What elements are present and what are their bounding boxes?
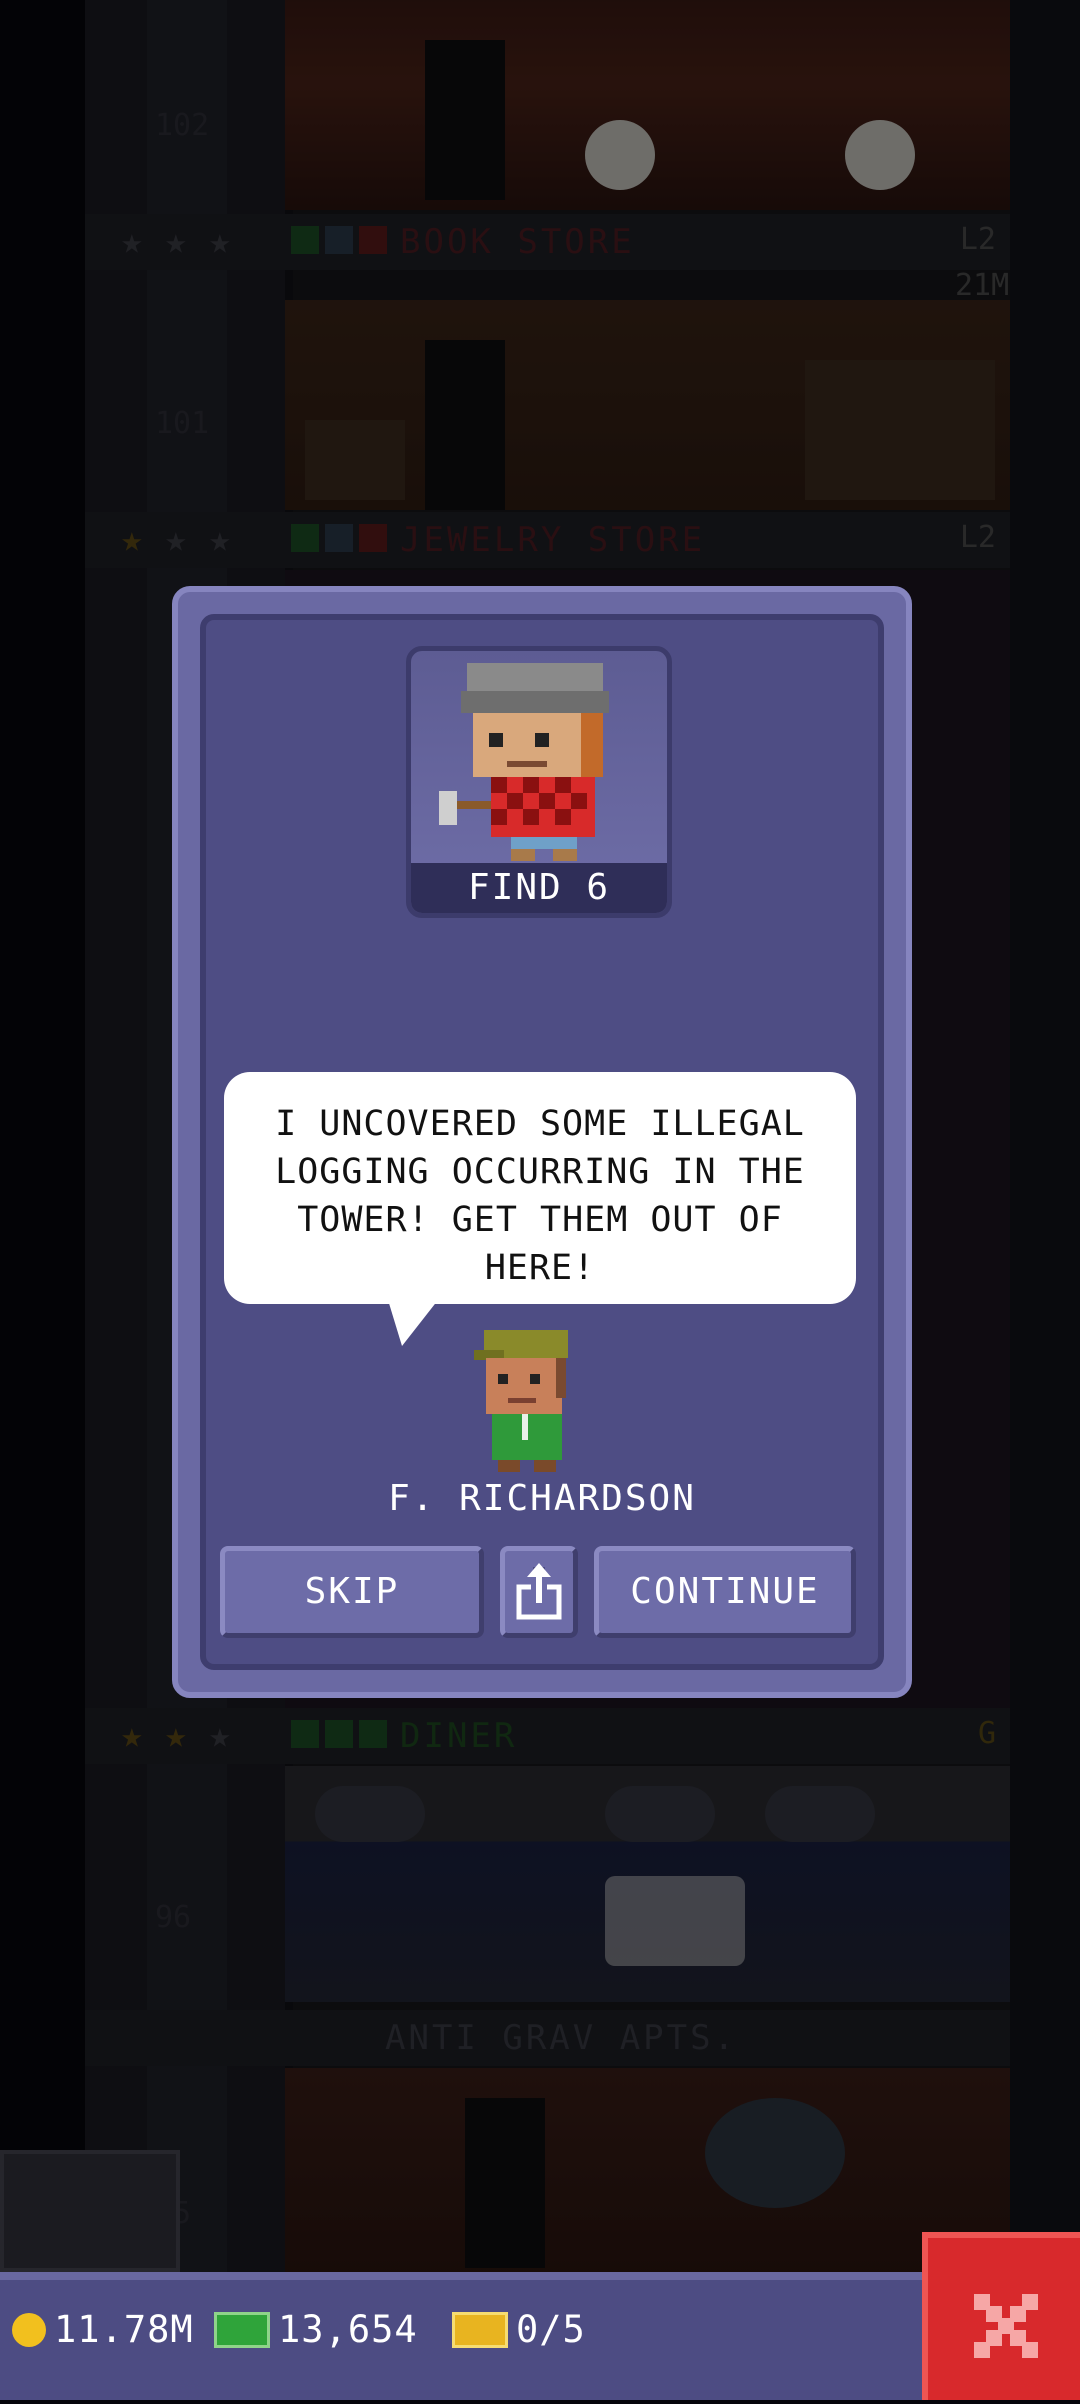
bux-icon <box>214 2311 270 2348</box>
menu-box[interactable] <box>0 2150 180 2272</box>
tickets-value: 0/5 <box>516 2308 586 2351</box>
bottom-status-bar: 11.78M 13,654 0/5 <box>0 2272 922 2400</box>
share-button[interactable] <box>500 1546 578 1638</box>
lumberjack-icon <box>439 663 609 861</box>
bux-counter: 13,654 <box>214 2308 418 2351</box>
coins-value: 11.78M <box>54 2308 194 2351</box>
find-count-label: FIND 6 <box>411 863 667 913</box>
close-icon <box>974 2294 1038 2358</box>
coin-icon <box>12 2312 46 2347</box>
tickets-counter: 0/5 <box>452 2308 586 2351</box>
close-button[interactable] <box>922 2232 1080 2400</box>
bux-value: 13,654 <box>278 2308 418 2351</box>
target-portrait: FIND 6 <box>406 646 672 918</box>
ticket-icon <box>452 2311 508 2348</box>
skip-button[interactable]: SKIP <box>220 1546 484 1638</box>
continue-button[interactable]: CONTINUE <box>594 1546 856 1638</box>
coins-counter: 11.78M <box>12 2308 194 2351</box>
share-icon <box>516 1563 562 1620</box>
npc-avatar-icon <box>474 1330 568 1472</box>
speech-bubble-tail <box>388 1300 438 1346</box>
npc-character <box>466 1324 586 1474</box>
speech-bubble: I UNCOVERED SOME ILLEGAL LOGGING OCCURRI… <box>224 1072 856 1304</box>
npc-name: F. RICHARDSON <box>388 1478 696 1519</box>
